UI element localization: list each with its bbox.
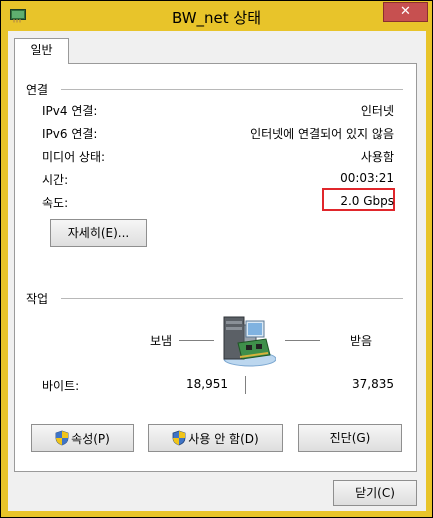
received-line	[285, 340, 320, 341]
section-divider	[61, 89, 403, 90]
activity-section-label: 작업	[26, 292, 49, 306]
uac-shield-icon	[172, 430, 186, 446]
connection-section-label: 연결	[26, 83, 49, 97]
close-icon: ✕	[400, 4, 411, 19]
ipv4-value: 인터넷	[360, 104, 394, 118]
window-title: BW_net 상태	[171, 9, 262, 27]
dialog-client: 일반 연결 IPv4 연결: 인터넷 IPv6 연결: 인터넷에 연결되어 있지…	[8, 31, 426, 511]
bytes-label: 바이트:	[42, 379, 80, 393]
disable-button[interactable]: 사용 안 함(D)	[148, 424, 283, 452]
speed-label: 속도:	[42, 196, 69, 210]
status-window: BW_net 상태 ✕ 일반 연결 IPv4 연결: 인터넷 IPv6 연결: …	[0, 0, 433, 518]
sent-line	[179, 340, 214, 341]
close-window-button[interactable]: ✕	[383, 2, 428, 22]
section-divider	[61, 298, 403, 299]
bytes-received-value: 37,835	[352, 377, 394, 391]
properties-button[interactable]: 속성(P)	[31, 424, 134, 452]
duration-value: 00:03:21	[340, 171, 394, 185]
media-state-value: 사용함	[360, 150, 394, 164]
duration-label: 시간:	[42, 173, 69, 187]
details-button[interactable]: 자세히(E)...	[50, 219, 147, 247]
close-button-label: 닫기(C)	[355, 486, 395, 500]
uac-shield-icon	[55, 430, 69, 446]
ipv4-label: IPv4 연결:	[42, 104, 98, 118]
diagnose-button-label: 진단(G)	[329, 431, 371, 445]
properties-button-label: 속성(P)	[71, 431, 110, 446]
diagnose-button[interactable]: 진단(G)	[298, 424, 402, 452]
tab-general[interactable]: 일반	[14, 38, 69, 64]
disable-button-label: 사용 안 함(D)	[188, 431, 259, 446]
divider-tick	[245, 376, 246, 394]
close-button[interactable]: 닫기(C)	[333, 480, 417, 506]
title-bar[interactable]: BW_net 상태 ✕	[1, 1, 432, 31]
network-computer-icon	[216, 315, 277, 369]
tab-panel: 연결 IPv4 연결: 인터넷 IPv6 연결: 인터넷에 연결되어 있지 않음…	[14, 63, 417, 472]
media-state-label: 미디어 상태:	[42, 150, 106, 164]
details-button-label: 자세히(E)...	[67, 226, 130, 240]
speed-value: 2.0 Gbps	[340, 194, 394, 208]
ipv6-value: 인터넷에 연결되어 있지 않음	[250, 127, 394, 141]
sent-label: 보냄	[150, 334, 173, 348]
received-label: 받음	[350, 334, 373, 348]
ipv6-label: IPv6 연결:	[42, 127, 98, 141]
bytes-sent-value: 18,951	[186, 377, 228, 391]
